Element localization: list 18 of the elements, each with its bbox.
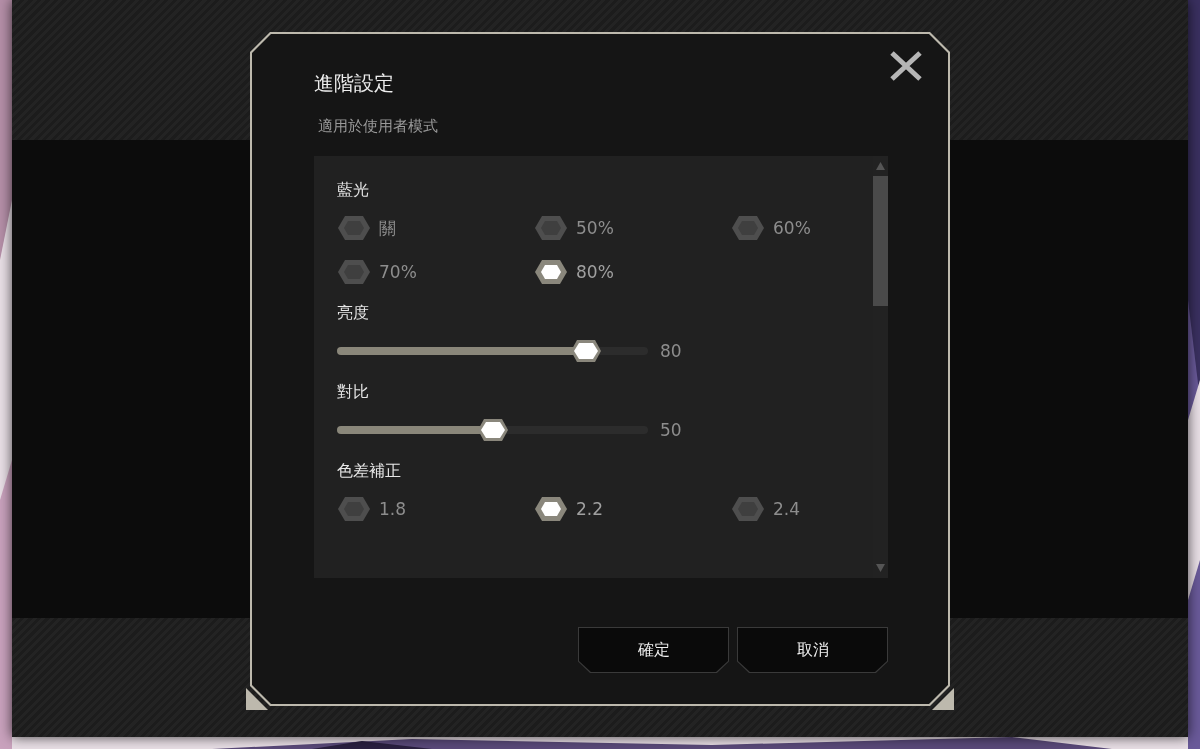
slider-value: 50 <box>660 420 682 440</box>
radio-option[interactable]: 1.8 <box>337 494 407 524</box>
section-label: 對比 <box>337 382 370 403</box>
dialog-button[interactable]: 確定 <box>578 627 729 673</box>
dialog-button[interactable]: 取消 <box>737 627 888 673</box>
slider-value: 80 <box>660 341 682 361</box>
section-label: 亮度 <box>337 303 370 324</box>
section-label: 藍光 <box>337 180 370 201</box>
radio-option[interactable]: 2.2 <box>534 494 604 524</box>
section-label: 色差補正 <box>337 461 402 482</box>
radio-option[interactable]: 70% <box>337 257 417 287</box>
dialog-title: 進階設定 <box>314 70 395 97</box>
radio-option[interactable]: 2.4 <box>731 494 801 524</box>
radio-option[interactable]: 60% <box>731 213 811 243</box>
dialog-subtitle: 適用於使用者模式 <box>318 117 439 136</box>
radio-option[interactable]: 關 <box>337 213 396 243</box>
radio-option[interactable]: 50% <box>534 213 614 243</box>
radio-option[interactable]: 80% <box>534 257 614 287</box>
